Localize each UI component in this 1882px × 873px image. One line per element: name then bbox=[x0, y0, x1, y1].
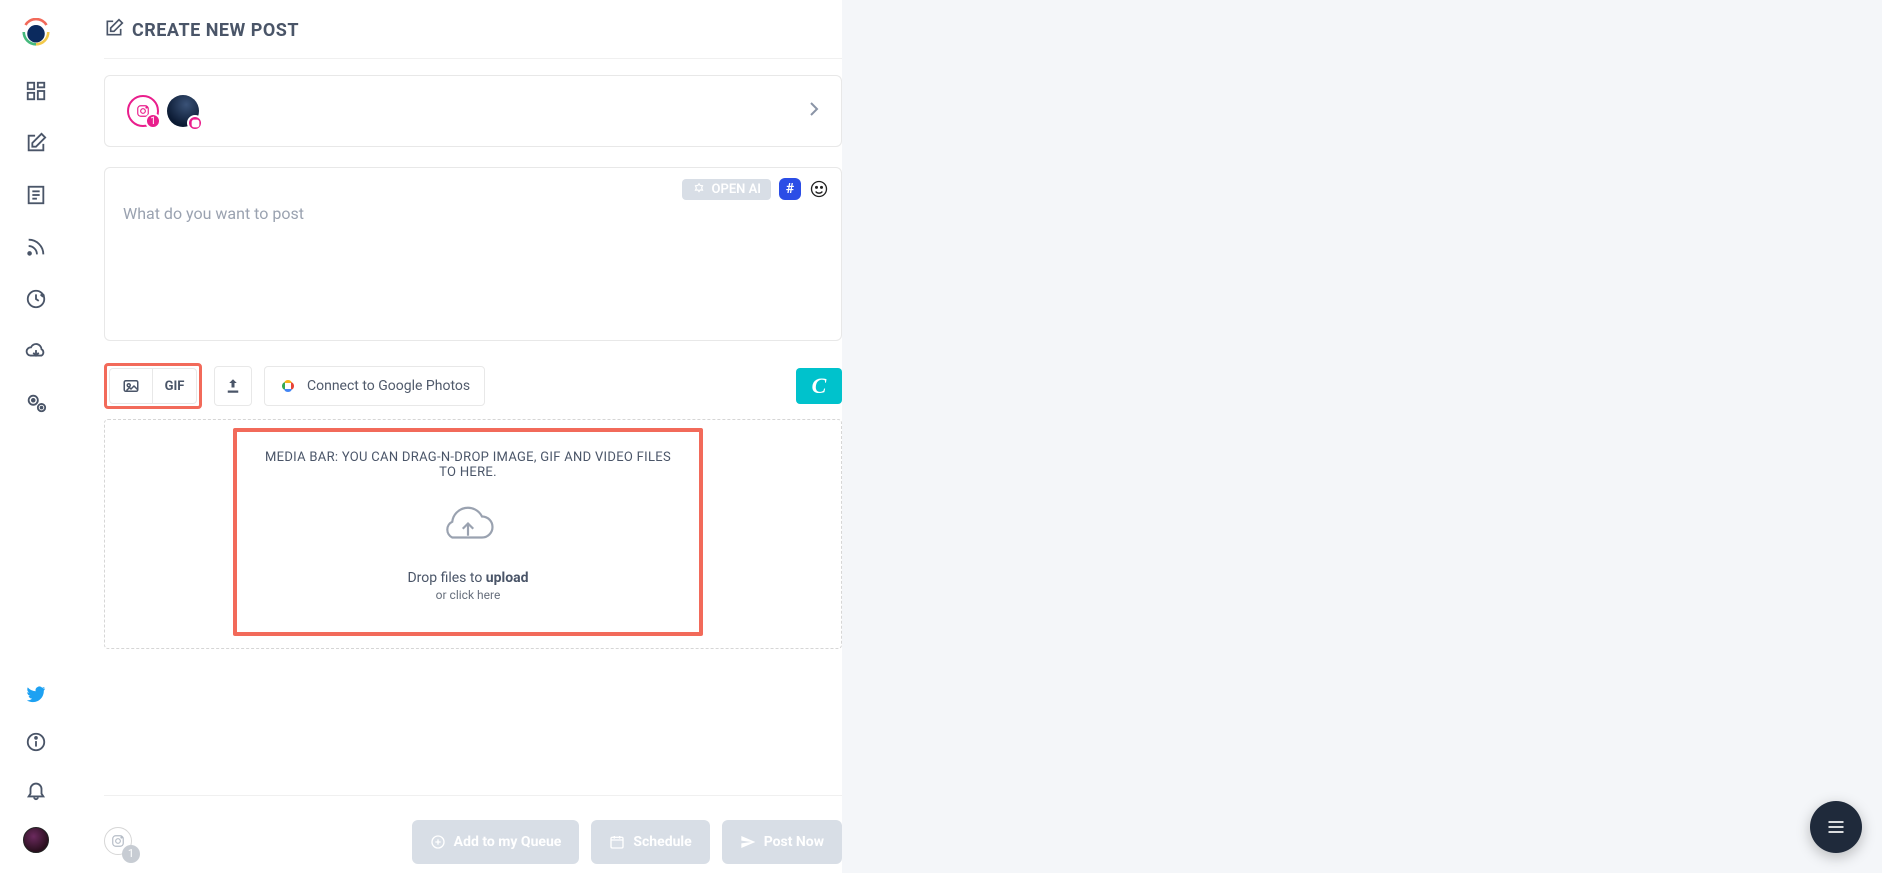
add-to-queue-button[interactable]: Add to my Queue bbox=[412, 820, 580, 864]
add-to-queue-label: Add to my Queue bbox=[454, 834, 562, 850]
account-selector[interactable]: 1 bbox=[104, 75, 842, 147]
sidebar-dashboard-icon[interactable] bbox=[25, 80, 47, 102]
sidebar-twitter-icon[interactable] bbox=[25, 683, 47, 705]
dropzone-sub: or click here bbox=[257, 588, 679, 602]
preview-panel bbox=[842, 0, 1882, 873]
app-logo[interactable] bbox=[22, 18, 50, 46]
upload-button[interactable] bbox=[214, 366, 252, 406]
dropzone-line: Drop files to upload bbox=[257, 570, 679, 586]
gif-type-button[interactable]: GIF bbox=[153, 368, 197, 404]
post-now-button[interactable]: Post Now bbox=[722, 820, 842, 864]
openai-label: OPEN AI bbox=[712, 182, 761, 197]
sidebar-compose-icon[interactable] bbox=[25, 132, 47, 154]
media-dropzone[interactable]: MEDIA BAR: YOU CAN DRAG-N-DROP IMAGE, GI… bbox=[233, 428, 703, 636]
main-column: CREATE NEW POST 1 bbox=[72, 0, 842, 873]
sidebar bbox=[0, 0, 72, 873]
page-header: CREATE NEW POST bbox=[104, 18, 842, 59]
dropzone-heading: MEDIA BAR: YOU CAN DRAG-N-DROP IMAGE, GI… bbox=[257, 450, 679, 480]
post-now-label: Post Now bbox=[764, 834, 824, 850]
account-count-badge: 1 bbox=[145, 113, 161, 129]
page-title: CREATE NEW POST bbox=[132, 20, 299, 41]
google-photos-button[interactable]: Connect to Google Photos bbox=[264, 366, 485, 406]
sidebar-settings-icon[interactable] bbox=[25, 392, 47, 414]
drop-prefix: Drop files to bbox=[407, 570, 485, 586]
sidebar-rss-icon[interactable] bbox=[25, 236, 47, 258]
footer-count-badge: 1 bbox=[122, 845, 140, 863]
drop-strong: upload bbox=[486, 570, 529, 586]
cloud-upload-icon bbox=[257, 506, 679, 552]
chevron-right-icon bbox=[809, 101, 819, 121]
hashtag-button[interactable]: # bbox=[779, 178, 801, 200]
emoji-button[interactable] bbox=[809, 179, 829, 199]
canva-button[interactable]: C bbox=[796, 368, 842, 404]
dropzone-wrapper: MEDIA BAR: YOU CAN DRAG-N-DROP IMAGE, GI… bbox=[104, 419, 842, 649]
media-type-toggle: GIF bbox=[104, 363, 202, 409]
compose-card: OPEN AI # bbox=[104, 167, 842, 341]
account-avatar-1[interactable]: 1 bbox=[127, 95, 159, 127]
instagram-badge-icon bbox=[187, 115, 203, 131]
image-type-button[interactable] bbox=[109, 368, 153, 404]
sidebar-bell-icon[interactable] bbox=[25, 779, 47, 801]
sidebar-posts-icon[interactable] bbox=[25, 184, 47, 206]
account-avatar-2[interactable] bbox=[167, 95, 199, 127]
gif-label: GIF bbox=[165, 379, 185, 394]
openai-button[interactable]: OPEN AI bbox=[682, 179, 771, 200]
fab-menu-button[interactable] bbox=[1810, 801, 1862, 853]
google-photos-label: Connect to Google Photos bbox=[307, 378, 470, 394]
compose-header-icon bbox=[104, 18, 124, 42]
canva-glyph: C bbox=[812, 373, 827, 399]
sidebar-bottom bbox=[23, 683, 49, 853]
sidebar-nav bbox=[25, 80, 47, 414]
sidebar-user-avatar[interactable] bbox=[23, 827, 49, 853]
sidebar-info-icon[interactable] bbox=[25, 731, 47, 753]
media-toolbar: GIF Connect to Google Photos C bbox=[104, 363, 842, 409]
schedule-label: Schedule bbox=[633, 834, 691, 850]
sidebar-recycle-icon[interactable] bbox=[25, 288, 47, 310]
compose-textarea[interactable] bbox=[123, 182, 823, 322]
footer-account[interactable]: 1 bbox=[104, 827, 134, 857]
sidebar-download-icon[interactable] bbox=[25, 340, 47, 362]
schedule-button[interactable]: Schedule bbox=[591, 820, 709, 864]
hashtag-glyph: # bbox=[786, 181, 794, 197]
google-photos-icon bbox=[279, 377, 297, 395]
selected-accounts: 1 bbox=[127, 95, 199, 127]
footer-bar: 1 Add to my Queue Schedule Post Now bbox=[104, 795, 842, 873]
